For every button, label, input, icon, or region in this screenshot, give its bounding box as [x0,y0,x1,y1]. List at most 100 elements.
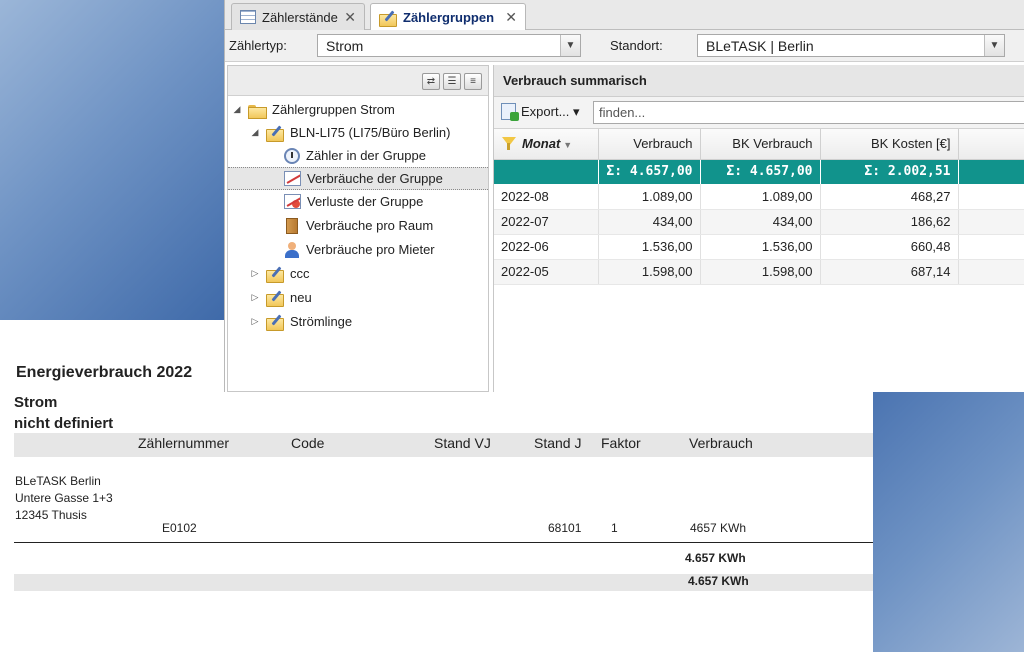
close-icon[interactable]: ✕ [505,9,517,26]
expand-icon[interactable]: ▷ [250,292,260,303]
address-line: Untere Gasse 1+3 [15,491,113,505]
report-header-row: Zählernummer Code Stand VJ Stand J Fakto… [14,433,873,457]
meter-type-value: Strom [326,37,364,54]
table-header-row: Monat ▼ Verbrauch BK Verbrauch BK Kosten … [494,129,1024,160]
report-energy-type: Strom [14,394,58,411]
table-row[interactable]: 2022-06 1.536,00 1.536,00 660,48 [494,234,1024,260]
location-label: Standort: [610,38,663,53]
column-header-verbrauch[interactable]: Verbrauch [598,129,701,160]
chevron-down-icon[interactable]: ▼ [560,35,580,56]
table-cell: 2022-06 [494,234,599,260]
tree-panel: ⇄ ☰ ≡ ◢ Zählergruppen Strom ◢ BLN-LI75 (… [227,65,489,392]
usage: 4657 KWh [690,521,747,535]
tree-node-per-tenant[interactable]: Verbräuche pro Mieter [284,238,435,261]
report-header: Faktor [601,435,641,451]
column-header-empty [958,129,1024,160]
tree-node-label: Verbräuche pro Mieter [306,242,435,257]
table-cell [958,234,1024,260]
sum-row: Σ: 4.657,00 Σ: 4.657,00 Σ: 2.002,51 [494,159,1024,184]
report-total: 4.657 KWh [685,551,746,565]
tree-node-label: BLN-LI75 (LI75/Büro Berlin) [290,125,451,140]
meter-type-select[interactable]: Strom ▼ [317,34,581,57]
stand-j: 68101 [548,521,582,535]
table-cell: 468,27 [820,184,959,210]
tree-node-label: Zähler in der Gruppe [306,148,426,163]
column-header-bk-kosten[interactable]: BK Kosten [€] [820,129,959,160]
column-label: Monat [522,136,561,152]
tree-node-label: Verluste der Gruppe [307,194,424,209]
collapse-icon[interactable]: ◢ [250,127,260,138]
folder-icon [248,103,267,119]
tab-zaehlerstaende[interactable]: Zählerstände ✕ [231,3,365,30]
sum-cell: Σ: 4.657,00 [598,159,701,184]
grid-toolbar: Export... ▾ [494,97,1024,129]
tree-node-neu[interactable]: ▷ neu [250,286,312,309]
address-line: 12345 Thusis [15,508,87,522]
report-header: Stand J [534,435,582,451]
table-row[interactable]: 2022-07 434,00 434,00 186,62 [494,209,1024,235]
collapse-all-icon[interactable]: ≡ [464,73,482,90]
folder-edit-icon [266,315,284,331]
export-icon [501,103,519,121]
grid-title: Verbrauch summarisch [494,65,1024,97]
location-value: BLeTASK | Berlin [706,37,814,54]
tree-node-losses[interactable]: Verluste der Gruppe [284,190,423,213]
table-row[interactable]: 2022-08 1.089,00 1.089,00 468,27 [494,184,1024,210]
table-cell: 186,62 [820,209,959,235]
tree-toolbar: ⇄ ☰ ≡ [228,66,488,96]
meter-number: E0102 [162,521,197,535]
folder-edit-icon [266,126,284,142]
table-cell: 1.089,00 [700,184,821,210]
report-category: nicht definiert [14,415,114,432]
sum-cell: Σ: 4.657,00 [700,159,821,184]
chevron-down-icon[interactable]: ▼ [984,35,1004,56]
tree-node-consumption[interactable]: Verbräuche der Gruppe [228,167,488,190]
divider [14,542,873,543]
folder-edit-icon [266,267,284,283]
report-grand-total: 4.657 KWh [688,574,749,588]
table-cell: 434,00 [700,209,821,235]
chart-loss-icon [284,194,301,209]
consumption-table: Monat ▼ Verbrauch BK Verbrauch BK Kosten … [494,129,1024,285]
table-row[interactable]: 2022-05 1.598,00 1.598,00 687,14 [494,259,1024,285]
tree-node-per-room[interactable]: Verbräuche pro Raum [284,214,433,237]
search-input[interactable] [593,101,1024,124]
tree-node-label: Verbräuche der Gruppe [307,171,443,186]
table-cell: 1.536,00 [598,234,701,260]
folder-edit-icon [266,291,284,307]
export-button[interactable]: Export... ▾ [501,103,580,121]
tree-node-ccc[interactable]: ▷ ccc [250,262,310,285]
expand-icon[interactable]: ▷ [250,268,260,279]
table-cell [958,259,1024,285]
column-header-monat[interactable]: Monat ▼ [494,129,599,160]
tab-label: Zählerstände [262,9,338,25]
report-header: Zählernummer [138,435,230,451]
table-cell [958,209,1024,235]
background-gradient-right [873,392,1024,652]
report-address: BLeTASK Berlin Untere Gasse 1+3 12345 Th… [15,473,113,524]
tree-node-stroemlinge[interactable]: ▷ Strömlinge [250,310,352,333]
close-icon[interactable]: ✕ [344,9,356,26]
tree-node-group[interactable]: ◢ BLN-LI75 (LI75/Büro Berlin) [250,121,450,144]
chart-icon [284,171,301,186]
column-header-bk-verbrauch[interactable]: BK Verbrauch [700,129,821,160]
expand-all-icon[interactable]: ☰ [443,73,461,90]
location-select[interactable]: BLeTASK | Berlin ▼ [697,34,1005,57]
sum-cell: Σ: 2.002,51 [820,159,959,184]
filter-icon[interactable] [501,136,517,151]
collapse-icon[interactable]: ◢ [232,104,242,115]
tab-label: Zählergruppen [403,10,495,25]
sort-desc-icon[interactable]: ▼ [563,140,572,150]
report-header: Verbrauch [689,435,753,451]
report-title: Energieverbrauch 2022 [16,364,193,381]
report-header: Stand VJ [434,435,491,451]
refresh-icon[interactable]: ⇄ [422,73,440,90]
tree-node-root[interactable]: ◢ Zählergruppen Strom [232,98,395,121]
tree-node-meters[interactable]: Zähler in der Gruppe [284,144,426,167]
tree-node-label: neu [290,290,312,305]
table-cell: 2022-07 [494,209,599,235]
expand-icon[interactable]: ▷ [250,316,260,327]
tree-node-label: Verbräuche pro Raum [306,218,434,233]
tab-zaehlergruppen[interactable]: Zählergruppen ✕ [370,3,526,31]
app-window: Zählerstände ✕ Zählergruppen ✕ Zählertyp… [224,0,1024,392]
